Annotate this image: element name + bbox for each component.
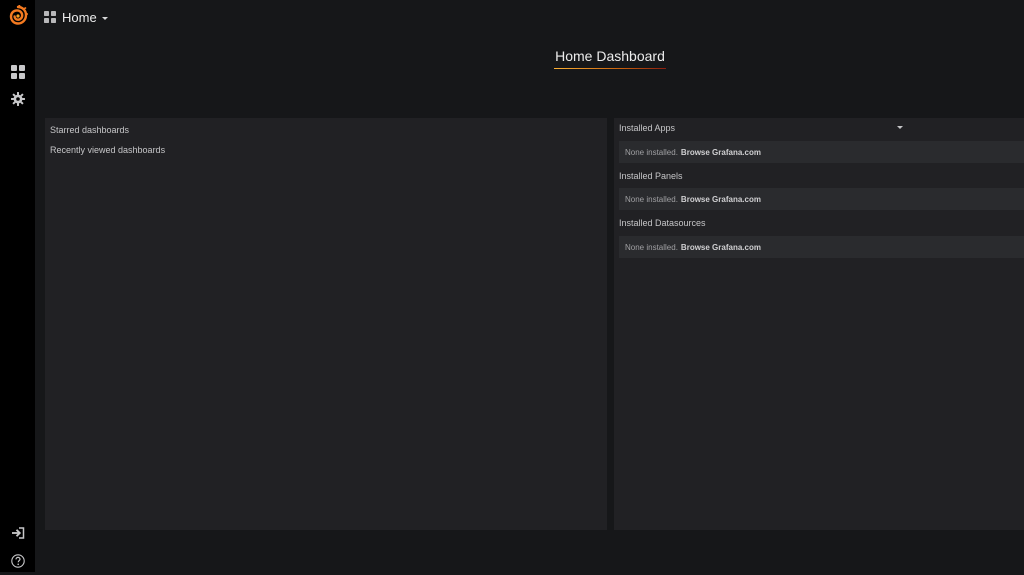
sign-in-icon (11, 527, 24, 539)
help-icon (10, 554, 25, 568)
main-area: Home Home Dashboard Starred dashboards R… (35, 0, 1024, 572)
grafana-logo-button[interactable] (0, 2, 35, 30)
none-installed-text: None installed. (625, 147, 678, 157)
installed-datasources-heading: Installed Datasources (619, 218, 706, 228)
starred-dashboards-heading[interactable]: Starred dashboards (50, 125, 129, 135)
dashboards-icon (10, 65, 25, 79)
none-installed-text: None installed. (625, 242, 678, 252)
browse-grafana-link[interactable]: Browse Grafana.com (681, 243, 761, 252)
gear-icon (10, 92, 25, 106)
grafana-logo-icon (9, 5, 28, 25)
recently-viewed-dashboards-heading[interactable]: Recently viewed dashboards (50, 145, 165, 155)
panel-menu-caret-icon[interactable] (897, 126, 903, 129)
installed-datasources-box: None installed. Browse Grafana.com (619, 236, 1024, 258)
installed-apps-heading: Installed Apps (619, 123, 676, 133)
dashlist-panel: Starred dashboards Recently viewed dashb… (45, 118, 607, 530)
dashboard-grid-icon (44, 11, 56, 23)
plugin-list-panel: Installed Apps None installed. Browse Gr… (614, 118, 1024, 530)
browse-grafana-link[interactable]: Browse Grafana.com (681, 148, 761, 157)
navbar-title: Home (62, 9, 97, 25)
sidemenu-sign-in-button[interactable] (0, 519, 35, 547)
sidemenu-help-button[interactable] (0, 547, 35, 575)
page-title: Home Dashboard (555, 48, 665, 64)
installed-apps-box: None installed. Browse Grafana.com (619, 141, 1024, 163)
none-installed-text: None installed. (625, 194, 678, 204)
sidemenu-dashboards-button[interactable] (0, 58, 35, 86)
sidemenu-configuration-button[interactable] (0, 85, 35, 113)
navbar: Home (35, 0, 1024, 32)
dashboard-header: Home Dashboard (554, 47, 666, 69)
installed-panels-box: None installed. Browse Grafana.com (619, 188, 1024, 210)
sidemenu (0, 0, 35, 572)
dashboard-picker-button[interactable]: Home (44, 7, 108, 27)
chevron-down-icon (101, 17, 108, 20)
installed-panels-heading: Installed Panels (619, 171, 683, 181)
browse-grafana-link[interactable]: Browse Grafana.com (681, 195, 761, 204)
header-underline (554, 68, 666, 69)
